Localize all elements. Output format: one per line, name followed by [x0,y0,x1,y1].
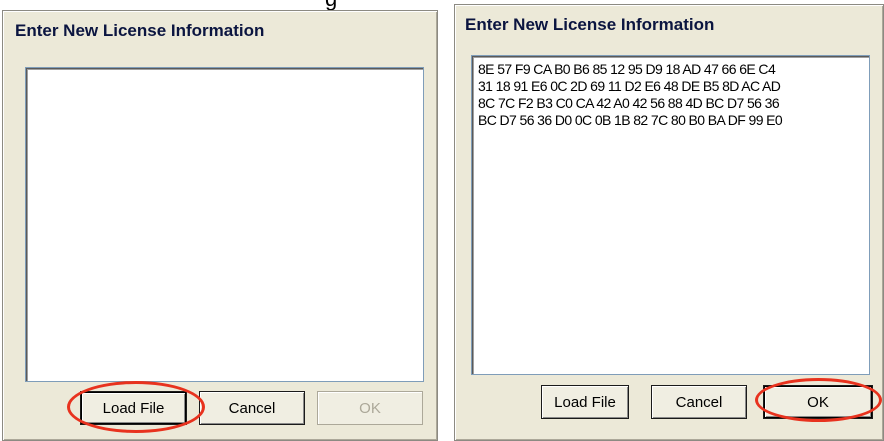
license-text-line: 31 18 91 E6 0C 2D 69 11 D2 E6 48 DE B5 8… [478,78,781,94]
license-text-line: BC D7 56 36 D0 0C 0B 1B 82 7C 80 B0 BA D… [478,112,783,128]
license-dialog-empty: Enter New License Information Load File … [2,10,438,441]
load-file-button[interactable]: Load File [80,391,187,425]
license-text-line: 8E 57 F9 CA B0 B6 85 12 95 D9 18 AD 47 6… [478,61,776,77]
load-file-button[interactable]: Load File [541,385,629,419]
license-text-area[interactable]: 8E 57 F9 CA B0 B6 85 12 95 D9 18 AD 47 6… [471,55,870,375]
license-dialog-filled: Enter New License Information 8E 57 F9 C… [454,4,884,441]
ok-button[interactable]: OK [763,385,873,419]
license-text-area[interactable] [25,67,424,382]
license-text-line: 8C 7C F2 B3 C0 CA 42 A0 42 56 88 4D BC D… [478,95,780,111]
dialog-title: Enter New License Information [465,15,715,34]
cancel-button[interactable]: Cancel [651,385,747,419]
dialog-title: Enter New License Information [15,21,265,40]
ok-button-disabled: OK [317,391,423,425]
screenshot-stage: g Enter New License Information Load Fil… [0,0,884,441]
cancel-button[interactable]: Cancel [199,391,305,425]
